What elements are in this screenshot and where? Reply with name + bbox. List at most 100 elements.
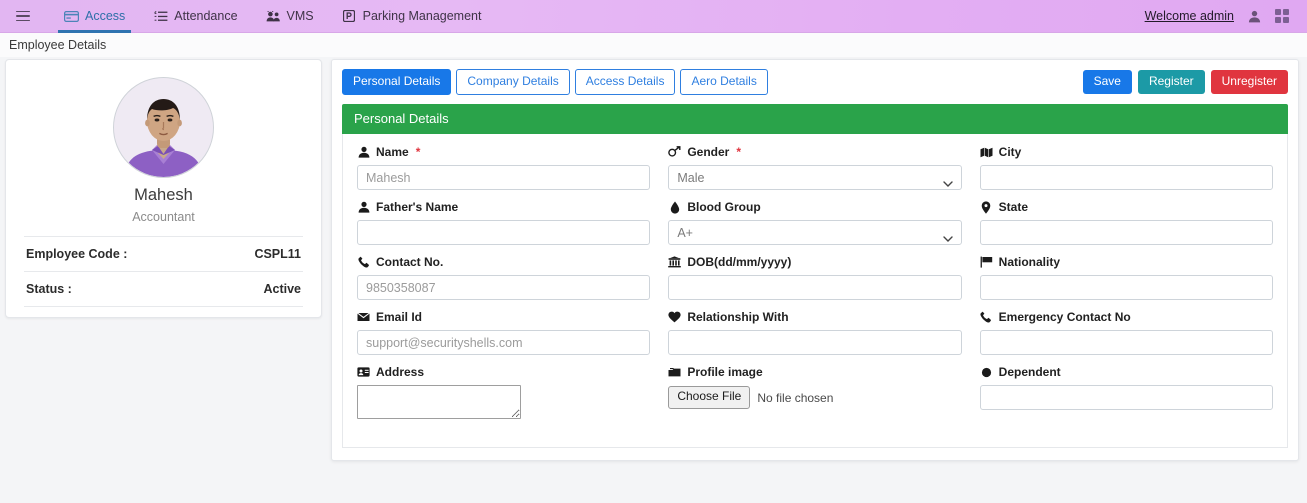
label-text: State: [998, 200, 1028, 215]
file-status-text: No file chosen: [757, 390, 834, 405]
field-label: DOB(dd/mm/yyyy): [668, 254, 961, 270]
field-profile-image: Profile image Choose File No file chosen: [668, 364, 961, 431]
flag-icon: [980, 256, 993, 269]
heart-icon: [668, 311, 681, 324]
field-label: Email Id: [357, 309, 650, 325]
field-label: Contact No.: [357, 254, 650, 270]
save-button[interactable]: Save: [1082, 70, 1132, 95]
field-name: Name *: [357, 144, 651, 199]
nav-items: Access Attendance VMS Parking Management: [50, 0, 495, 33]
profile-name: Mahesh: [134, 186, 193, 204]
label-text: Contact No.: [376, 255, 444, 270]
label-text: Profile image: [687, 365, 763, 380]
user-icon[interactable]: [1248, 10, 1261, 23]
image-icon: [668, 366, 681, 379]
nationality-input[interactable]: [979, 275, 1273, 301]
tab-company-details[interactable]: Company Details: [456, 69, 570, 96]
blood-group-select[interactable]: A+: [668, 220, 962, 246]
field-label: Dependent: [980, 364, 1273, 380]
blood-group-select-wrap: A+: [668, 220, 962, 246]
field-state: State: [979, 199, 1273, 254]
hamburger-icon[interactable]: [12, 5, 34, 27]
field-address: Address: [357, 364, 650, 431]
field-label: City: [980, 144, 1273, 160]
breadcrumb-label: Employee Details: [9, 38, 107, 52]
name-input[interactable]: [357, 165, 651, 191]
field-dob: DOB(dd/mm/yyyy): [668, 254, 962, 309]
employee-photo: [114, 78, 213, 177]
label-text: City: [998, 145, 1022, 160]
nav-item-label: Attendance: [174, 9, 238, 23]
field-label: Gender *: [668, 144, 961, 160]
tab-personal-details[interactable]: Personal Details: [342, 69, 452, 96]
field-label: Blood Group: [668, 199, 961, 215]
label-text: Address: [376, 365, 425, 380]
breadcrumb: Employee Details: [0, 33, 1307, 57]
nav-item-parking-management[interactable]: Parking Management: [328, 0, 496, 33]
tab-access-details[interactable]: Access Details: [574, 69, 676, 96]
address-textarea[interactable]: [357, 385, 521, 420]
map-icon: [980, 146, 993, 159]
label-text: Blood Group: [687, 200, 761, 215]
info-label: Status :: [26, 282, 72, 296]
tab-aero-details[interactable]: Aero Details: [680, 69, 768, 96]
field-city: City: [979, 144, 1273, 199]
field-contact-no: Contact No.: [357, 254, 651, 309]
info-value: CSPL11: [254, 247, 301, 261]
label-text: Name: [376, 145, 409, 160]
field-label: State: [980, 199, 1273, 215]
gender-icon: [668, 146, 681, 159]
attendance-list-icon: [153, 9, 168, 23]
grid-apps-icon[interactable]: [1275, 9, 1289, 23]
label-text: Email Id: [376, 310, 423, 325]
unregister-button[interactable]: Unregister: [1210, 70, 1288, 95]
email-id-input[interactable]: [357, 330, 651, 356]
nav-item-label: Parking Management: [362, 9, 482, 23]
field-label: Emergency Contact No: [980, 309, 1273, 325]
person-icon: [357, 146, 370, 159]
state-input[interactable]: [979, 220, 1273, 246]
section-body: Name * Gender * Male: [342, 134, 1288, 449]
calendar-icon: [668, 256, 682, 269]
nav-item-access[interactable]: Access: [50, 0, 139, 33]
section-title: Personal Details: [354, 111, 449, 127]
field-fathers-name: Father's Name: [357, 199, 651, 254]
parking-p-icon: [342, 9, 357, 23]
relationship-with-input[interactable]: [668, 330, 962, 356]
field-nationality: Nationality: [979, 254, 1273, 309]
register-button[interactable]: Register: [1137, 70, 1205, 95]
welcome-admin-link[interactable]: Welcome admin: [1145, 9, 1234, 23]
required-marker: *: [736, 145, 742, 160]
label-text: Gender: [687, 145, 730, 160]
profile-role: Accountant: [132, 210, 195, 224]
label-text: DOB(dd/mm/yyyy): [687, 255, 792, 270]
choose-file-button[interactable]: Choose File: [668, 386, 751, 409]
gender-select-wrap: Male: [668, 165, 962, 191]
page-body: Mahesh Accountant Employee Code : CSPL11…: [0, 57, 1307, 462]
dob-input[interactable]: [668, 275, 962, 301]
field-label: Relationship With: [668, 309, 961, 325]
nav-item-vms[interactable]: VMS: [252, 0, 328, 33]
envelope-icon: [357, 311, 370, 324]
fathers-name-input[interactable]: [357, 220, 651, 246]
field-label: Nationality: [980, 254, 1273, 270]
nav-item-attendance[interactable]: Attendance: [139, 0, 251, 33]
field-email-id: Email Id: [357, 309, 651, 364]
blood-drop-icon: [668, 201, 681, 214]
dependent-input[interactable]: [979, 385, 1273, 411]
emergency-contact-no-input[interactable]: [979, 330, 1273, 356]
field-label: Name *: [357, 144, 650, 160]
info-label: Employee Code :: [26, 247, 128, 261]
city-input[interactable]: [979, 165, 1273, 191]
gender-select[interactable]: Male: [668, 165, 962, 191]
field-blood-group: Blood Group A+: [668, 199, 962, 254]
field-emergency-contact-no: Emergency Contact No: [979, 309, 1273, 364]
contact-no-input[interactable]: [357, 275, 651, 301]
navbar-right: Welcome admin: [1145, 9, 1297, 23]
person-icon: [357, 201, 370, 214]
access-card-icon: [64, 9, 79, 23]
phone-icon: [980, 311, 993, 324]
personal-details-form-card: Personal Details Company Details Access …: [331, 59, 1299, 462]
avatar-wrap: [24, 77, 303, 178]
location-pin-icon: [980, 201, 993, 214]
